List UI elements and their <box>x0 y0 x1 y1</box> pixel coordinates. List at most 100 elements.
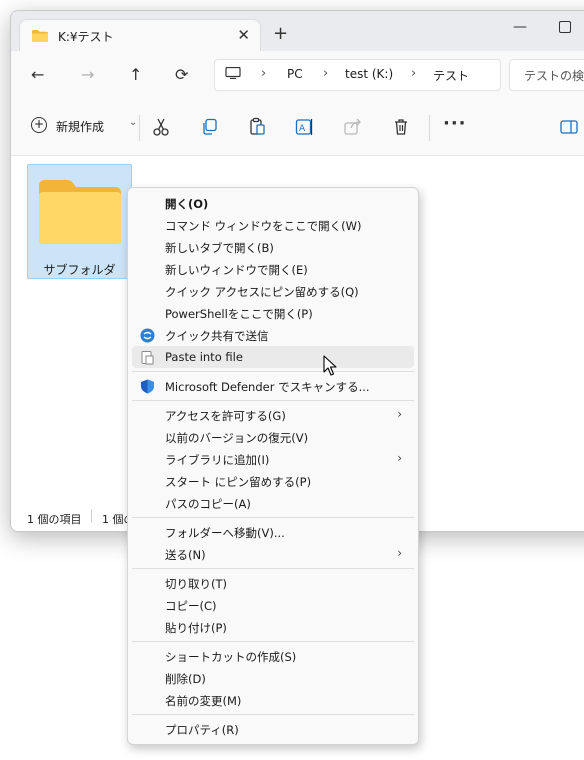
quick-share-icon <box>140 328 155 343</box>
menu-item-label: 貼り付け(P) <box>165 621 227 635</box>
menu-item-delete[interactable]: 削除(D) <box>132 667 414 689</box>
menu-item-label: 切り取り(T) <box>165 577 227 591</box>
menu-item-open[interactable]: 開く(O) <box>132 192 414 214</box>
menu-item-restore-previous-versions[interactable]: 以前のバージョンの復元(V) <box>132 426 414 448</box>
folder-icon <box>39 180 121 244</box>
copy-icon[interactable] <box>200 117 220 137</box>
plus-circle-icon: + <box>31 117 47 133</box>
mouse-cursor-icon <box>323 355 337 376</box>
menu-item-open-new-tab[interactable]: 新しいタブで開く(B) <box>132 236 414 258</box>
menu-item-label: 開く(O) <box>165 197 209 211</box>
menu-item-label: プロパティ(R) <box>165 723 239 737</box>
menu-item-label: フォルダーへ移動(V)... <box>165 526 285 540</box>
menu-separator <box>132 517 414 518</box>
menu-item-include-in-library[interactable]: ライブラリに追加(I) › <box>132 448 414 470</box>
menu-item-label: スタート にピン留めする(P) <box>165 475 312 489</box>
menu-item-pin-quick-access[interactable]: クイック アクセスにピン留めする(Q) <box>132 280 414 302</box>
maximize-button[interactable] <box>559 21 571 33</box>
new-button-label: 新規作成 <box>56 120 105 134</box>
menu-item-label: 送る(N) <box>165 548 206 562</box>
breadcrumb-separator-icon: › <box>411 66 417 81</box>
search-box[interactable]: テストの検索 <box>509 59 584 91</box>
up-arrow-icon[interactable]: ↑ <box>129 65 142 84</box>
command-bar: + 新規作成 ⌄ A ··· <box>11 99 584 156</box>
menu-item-move-to-folder[interactable]: フォルダーへ移動(V)... <box>132 521 414 543</box>
forward-arrow-icon[interactable]: → <box>81 65 94 84</box>
delete-icon[interactable] <box>391 117 411 137</box>
menu-item-paste[interactable]: 貼り付け(P) <box>132 616 414 638</box>
breadcrumb-folder[interactable]: テスト <box>433 67 469 84</box>
menu-item-defender-scan[interactable]: Microsoft Defender でスキャンする... <box>132 375 414 397</box>
back-arrow-icon[interactable]: ← <box>31 65 44 84</box>
tab-current[interactable]: K:¥テスト ✕ <box>19 19 261 52</box>
menu-item-label: PowerShellをここで開く(P) <box>165 307 313 321</box>
toolbar-divider <box>429 115 430 141</box>
folder-item[interactable]: サブフォルダ <box>27 164 132 279</box>
chevron-right-icon: › <box>397 546 402 560</box>
menu-item-label: クイック アクセスにピン留めする(Q) <box>165 285 359 299</box>
minimize-button[interactable]: — <box>513 19 527 35</box>
menu-item-open-new-window[interactable]: 新しいウィンドウで開く(E) <box>132 258 414 280</box>
menu-separator <box>132 400 414 401</box>
search-placeholder: テストの検索 <box>524 69 584 83</box>
menu-item-copy-path[interactable]: パスのコピー(A) <box>132 492 414 514</box>
tab-strip: K:¥テスト ✕ + — <box>11 11 584 52</box>
breadcrumb-drive[interactable]: test (K:) <box>345 67 393 81</box>
pc-icon <box>225 67 241 79</box>
tab-title: K:¥テスト <box>58 30 114 44</box>
rename-icon[interactable]: A <box>295 117 315 137</box>
navigation-bar: ← → ↑ ⟳ › PC › test (K:) › テスト テストの検索 <box>11 51 584 99</box>
menu-item-label: ライブラリに追加(I) <box>165 453 270 467</box>
menu-separator <box>132 371 414 372</box>
folder-icon <box>32 30 48 42</box>
breadcrumb-pc[interactable]: PC <box>287 67 303 81</box>
menu-separator <box>132 714 414 715</box>
menu-item-label: 名前の変更(M) <box>165 694 242 708</box>
more-icon[interactable]: ··· <box>443 113 467 134</box>
breadcrumb-separator-icon: › <box>323 66 329 81</box>
menu-separator <box>132 568 414 569</box>
share-icon[interactable] <box>343 117 363 137</box>
menu-item-label: 以前のバージョンの復元(V) <box>165 431 309 445</box>
menu-item-label: Paste into file <box>165 350 243 364</box>
chevron-down-icon: ⌄ <box>129 117 138 128</box>
defender-shield-icon <box>141 379 154 394</box>
menu-item-label: 削除(D) <box>165 672 206 686</box>
menu-item-open-powershell[interactable]: PowerShellをここで開く(P) <box>132 302 414 324</box>
cut-icon[interactable] <box>151 117 171 137</box>
close-tab-icon[interactable]: ✕ <box>237 26 250 44</box>
menu-item-label: コピー(C) <box>165 599 217 613</box>
menu-item-label: パスのコピー(A) <box>165 497 251 511</box>
menu-item-label: アクセスを許可する(G) <box>165 409 286 423</box>
status-divider <box>91 509 92 523</box>
menu-item-rename[interactable]: 名前の変更(M) <box>132 689 414 711</box>
menu-item-copy[interactable]: コピー(C) <box>132 594 414 616</box>
address-bar[interactable]: › PC › test (K:) › テスト <box>214 59 501 91</box>
menu-item-send-to[interactable]: 送る(N) › <box>132 543 414 565</box>
menu-item-paste-into-file[interactable]: Paste into file <box>132 346 414 368</box>
menu-item-pin-to-start[interactable]: スタート にピン留めする(P) <box>132 470 414 492</box>
menu-item-label: コマンド ウィンドウをここで開く(W) <box>165 219 362 233</box>
chevron-right-icon: › <box>397 451 402 465</box>
menu-item-open-command-window[interactable]: コマンド ウィンドウをここで開く(W) <box>132 214 414 236</box>
paste-icon[interactable] <box>247 117 267 137</box>
paste-into-file-icon <box>141 351 154 365</box>
chevron-right-icon: › <box>397 407 402 421</box>
folder-name: サブフォルダ <box>43 263 116 277</box>
menu-item-label: 新しいタブで開く(B) <box>165 241 274 255</box>
menu-item-label: 新しいウィンドウで開く(E) <box>165 263 308 277</box>
menu-item-cut[interactable]: 切り取り(T) <box>132 572 414 594</box>
menu-item-give-access[interactable]: アクセスを許可する(G) › <box>132 404 414 426</box>
menu-item-properties[interactable]: プロパティ(R) <box>132 718 414 740</box>
item-count: 1 個の項目 <box>27 513 82 526</box>
new-tab-button[interactable]: + <box>273 25 288 43</box>
menu-separator <box>132 641 414 642</box>
refresh-icon[interactable]: ⟳ <box>175 65 188 84</box>
menu-item-label: ショートカットの作成(S) <box>165 650 297 664</box>
details-pane-icon[interactable] <box>559 117 579 137</box>
menu-item-quick-share[interactable]: クイック共有で送信 <box>132 324 414 346</box>
menu-item-label: Microsoft Defender でスキャンする... <box>165 380 370 394</box>
context-menu: 開く(O) コマンド ウィンドウをここで開く(W) 新しいタブで開く(B) 新し… <box>127 187 419 745</box>
toolbar-divider <box>139 115 140 141</box>
menu-item-create-shortcut[interactable]: ショートカットの作成(S) <box>132 645 414 667</box>
